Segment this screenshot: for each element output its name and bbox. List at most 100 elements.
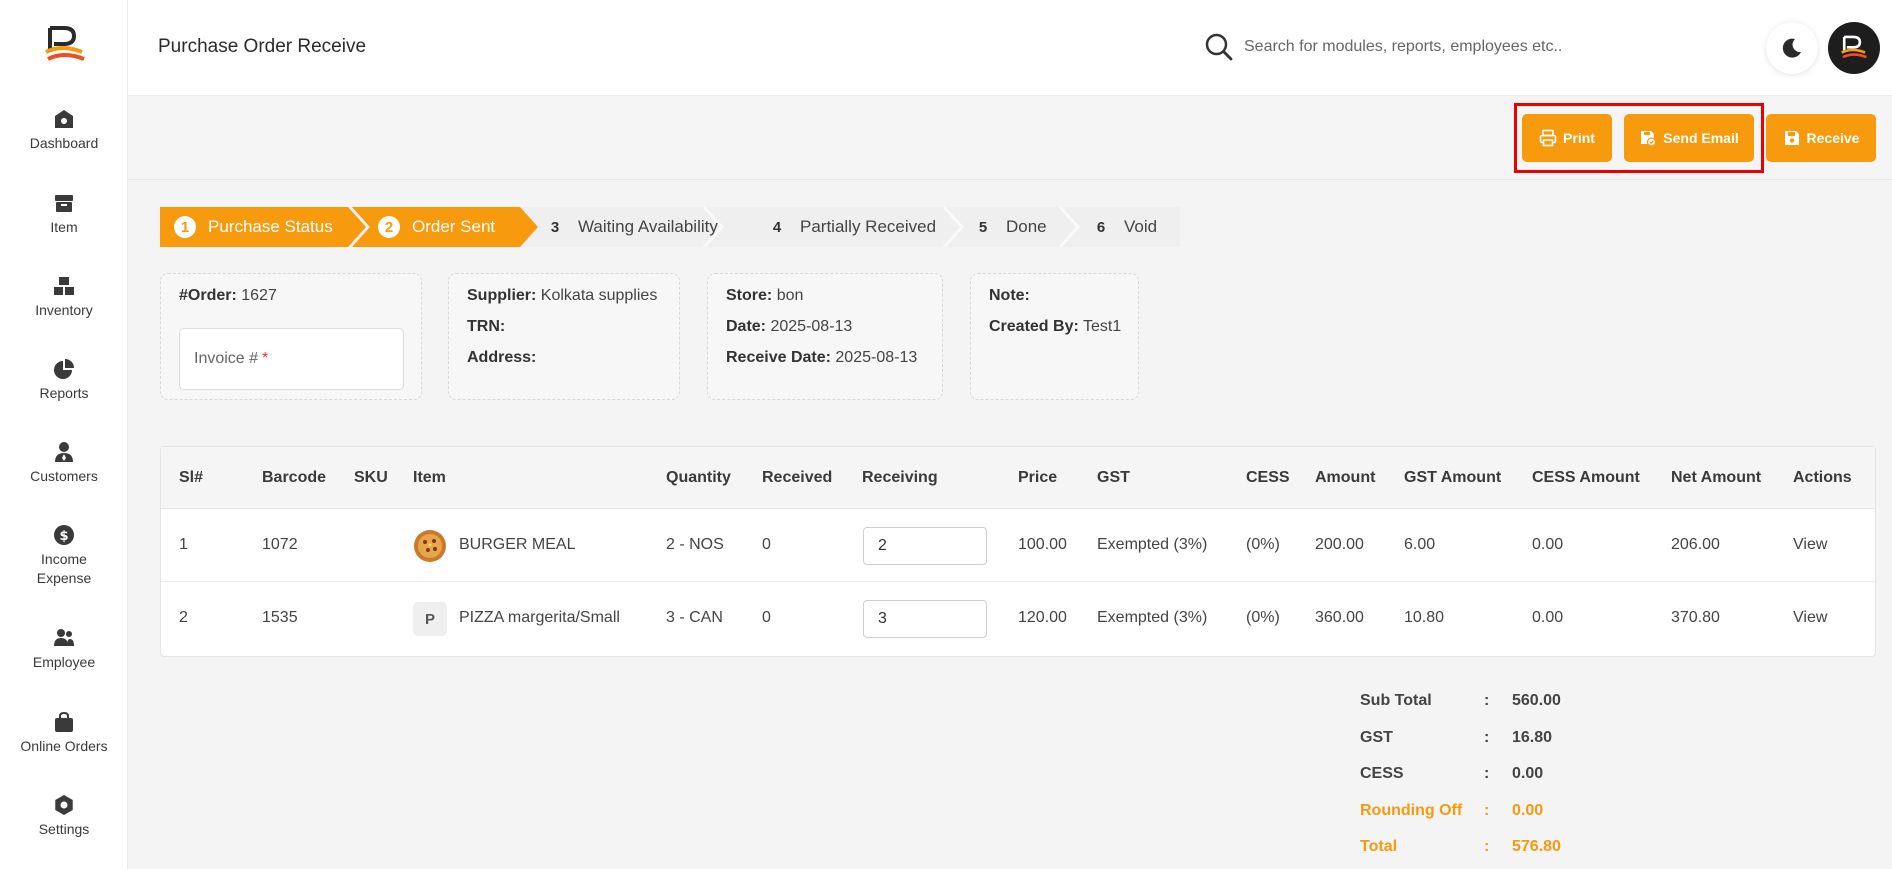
step-label: Done bbox=[1006, 217, 1047, 236]
users-icon bbox=[54, 629, 74, 646]
gst-row: GST : 16.80 bbox=[1360, 723, 1660, 760]
gst-value: 16.80 bbox=[1512, 728, 1553, 746]
view-link[interactable]: View bbox=[1793, 609, 1827, 627]
step-purchase-status[interactable]: 1 Purchase Status bbox=[174, 207, 333, 247]
order-value: 1627 bbox=[241, 287, 277, 304]
col-actions: Actions bbox=[1793, 469, 1852, 486]
created-by-value: Test1 bbox=[1082, 318, 1122, 335]
sidebar-item-income-expense[interactable]: $ Income Expense bbox=[0, 524, 128, 588]
col-cess-amount: CESS Amount bbox=[1532, 469, 1640, 486]
sidebar-item-online-orders[interactable]: Online Orders bbox=[0, 711, 128, 756]
top-header: Purchase Order Receive bbox=[128, 0, 1892, 96]
col-gst-amount: GST Amount bbox=[1404, 469, 1502, 486]
rounding-label: Rounding Off bbox=[1360, 801, 1463, 819]
totals-summary: Sub Total : 560.00 GST : 16.80 CESS : 0.… bbox=[1360, 686, 1660, 869]
separator: : bbox=[1484, 765, 1490, 782]
date-label: Date: bbox=[726, 318, 767, 335]
save-icon bbox=[1784, 131, 1799, 145]
sidebar-item-label: Employee bbox=[32, 654, 96, 670]
cell-net-amount: 370.80 bbox=[1671, 609, 1720, 626]
sidebar-item-label: Item bbox=[50, 219, 78, 235]
created-by-row: Created By: Test1 bbox=[989, 311, 1122, 342]
sidebar-item-dashboard[interactable]: Dashboard bbox=[0, 108, 128, 153]
avatar[interactable] bbox=[1828, 22, 1880, 74]
step-done[interactable]: 5 Done bbox=[972, 207, 1047, 247]
receive-label: Receive bbox=[1806, 130, 1860, 146]
subtotal-value: 560.00 bbox=[1512, 692, 1561, 709]
sidebar-item-label: Customers bbox=[30, 468, 98, 484]
total-row: Total : 576.80 bbox=[1360, 832, 1660, 869]
search-icon[interactable] bbox=[1204, 32, 1234, 62]
sidebar-item-reports[interactable]: Reports bbox=[0, 358, 128, 403]
view-link[interactable]: View bbox=[1793, 536, 1827, 554]
step-order-sent[interactable]: 2 Order Sent bbox=[378, 207, 495, 247]
shopping-bag-icon bbox=[55, 711, 73, 732]
step-label: Order Sent bbox=[412, 217, 496, 236]
pie-chart-icon bbox=[54, 359, 74, 379]
supplier-value: Kolkata supplies bbox=[540, 287, 658, 304]
cell-gst-amount: 10.80 bbox=[1404, 609, 1445, 626]
step-void[interactable]: 6 Void bbox=[1090, 207, 1157, 247]
boxes-icon bbox=[54, 277, 74, 295]
supplier-label: Supplier: bbox=[467, 287, 537, 304]
step-number: 3 bbox=[550, 218, 560, 236]
cess-row: CESS : 0.00 bbox=[1360, 759, 1660, 796]
cell-received: 0 bbox=[762, 536, 771, 553]
step-waiting-availability[interactable]: 3 Waiting Availability bbox=[544, 207, 718, 247]
created-by-label: Created By: bbox=[989, 318, 1079, 335]
trn-label: TRN: bbox=[467, 318, 506, 335]
separator: : bbox=[1484, 692, 1490, 709]
send-email-button[interactable]: Send Email bbox=[1624, 114, 1754, 162]
cell-price: 120.00 bbox=[1018, 609, 1067, 626]
step-number: 6 bbox=[1096, 218, 1106, 236]
receive-button[interactable]: Receive bbox=[1766, 114, 1876, 162]
col-item: Item bbox=[413, 469, 446, 486]
step-number: 4 bbox=[772, 218, 782, 236]
col-gst: GST bbox=[1097, 469, 1130, 486]
cell-cess: (0%) bbox=[1246, 609, 1280, 626]
cell-quantity: 3 - CAN bbox=[666, 609, 723, 626]
invoice-field[interactable]: Invoice # * bbox=[179, 328, 404, 390]
print-button[interactable]: Print bbox=[1522, 114, 1612, 162]
send-email-label: Send Email bbox=[1663, 130, 1739, 146]
subtotal-row: Sub Total : 560.00 bbox=[1360, 686, 1660, 723]
sidebar-item-customers[interactable]: Customers bbox=[0, 441, 128, 486]
brand-logo-icon[interactable] bbox=[42, 22, 88, 68]
rounding-row: Rounding Off : 0.00 bbox=[1360, 796, 1660, 833]
rounding-value: 0.00 bbox=[1512, 801, 1544, 819]
sidebar-item-label-line2: Expense bbox=[36, 570, 92, 586]
col-received: Received bbox=[762, 469, 833, 486]
moon-icon bbox=[1782, 38, 1801, 58]
address-row: Address: bbox=[467, 342, 661, 373]
col-barcode: Barcode bbox=[262, 469, 327, 486]
cell-cess-amount: 0.00 bbox=[1532, 609, 1564, 626]
sidebar-item-settings[interactable]: Settings bbox=[0, 794, 128, 839]
sidebar-item-label: Settings bbox=[38, 821, 90, 837]
supplier-row: Supplier: Kolkata supplies bbox=[467, 280, 661, 311]
receiving-input[interactable] bbox=[863, 600, 987, 638]
sidebar-item-item[interactable]: Item bbox=[0, 192, 128, 237]
sidebar-item-employee[interactable]: Employee bbox=[0, 627, 128, 672]
address-label: Address: bbox=[467, 349, 537, 366]
note-card: Note: Created By: Test1 bbox=[970, 273, 1139, 400]
step-number: 5 bbox=[978, 218, 988, 236]
home-icon bbox=[55, 110, 73, 128]
receive-date-value: 2025-08-13 bbox=[835, 349, 918, 366]
receive-date-label: Receive Date: bbox=[726, 349, 831, 366]
col-sl: Sl# bbox=[179, 469, 204, 486]
step-partially-received[interactable]: 4 Partially Received bbox=[766, 207, 936, 247]
separator: : bbox=[1484, 728, 1490, 746]
store-value: bon bbox=[776, 287, 804, 304]
cell-price: 100.00 bbox=[1018, 536, 1067, 553]
archive-icon bbox=[55, 195, 73, 212]
svg-text:$: $ bbox=[59, 529, 68, 544]
theme-toggle-button[interactable] bbox=[1766, 22, 1818, 74]
col-cess: CESS bbox=[1246, 469, 1290, 486]
sidebar-item-inventory[interactable]: Inventory bbox=[0, 275, 128, 320]
search-input[interactable] bbox=[1244, 30, 1564, 64]
sidebar-item-label: Online Orders bbox=[20, 738, 108, 754]
note-row: Note: bbox=[989, 280, 1120, 311]
receiving-input[interactable] bbox=[863, 527, 987, 565]
printer-icon bbox=[1539, 129, 1557, 147]
separator: : bbox=[1484, 838, 1490, 855]
